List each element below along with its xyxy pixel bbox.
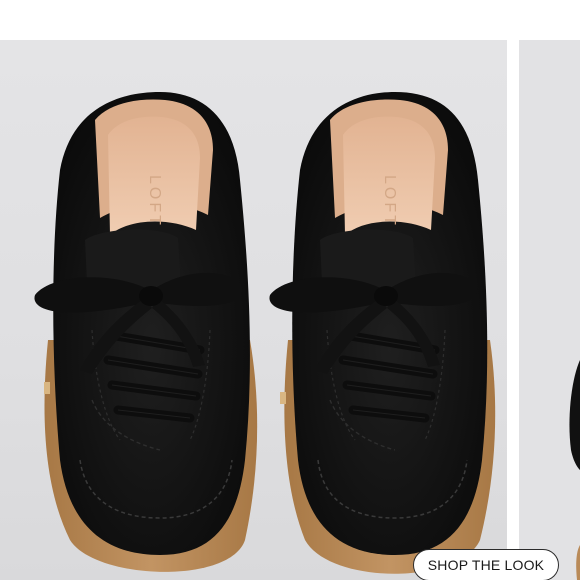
next-sneaker-peek — [569, 360, 580, 580]
right-sneaker: LOFT — [269, 92, 496, 574]
next-photo-preview[interactable] — [519, 40, 580, 580]
product-photo[interactable]: LOFT LOFT — [0, 40, 507, 580]
shop-the-look-button[interactable]: SHOP THE LOOK — [413, 549, 559, 580]
left-sneaker: LOFT — [34, 92, 258, 572]
svg-text:LOFT: LOFT — [146, 175, 163, 228]
sneakers-illustration: LOFT LOFT — [34, 92, 496, 574]
svg-text:LOFT: LOFT — [381, 175, 398, 228]
product-gallery: LOFT LOFT SHOP THE LOOK — [0, 0, 580, 580]
